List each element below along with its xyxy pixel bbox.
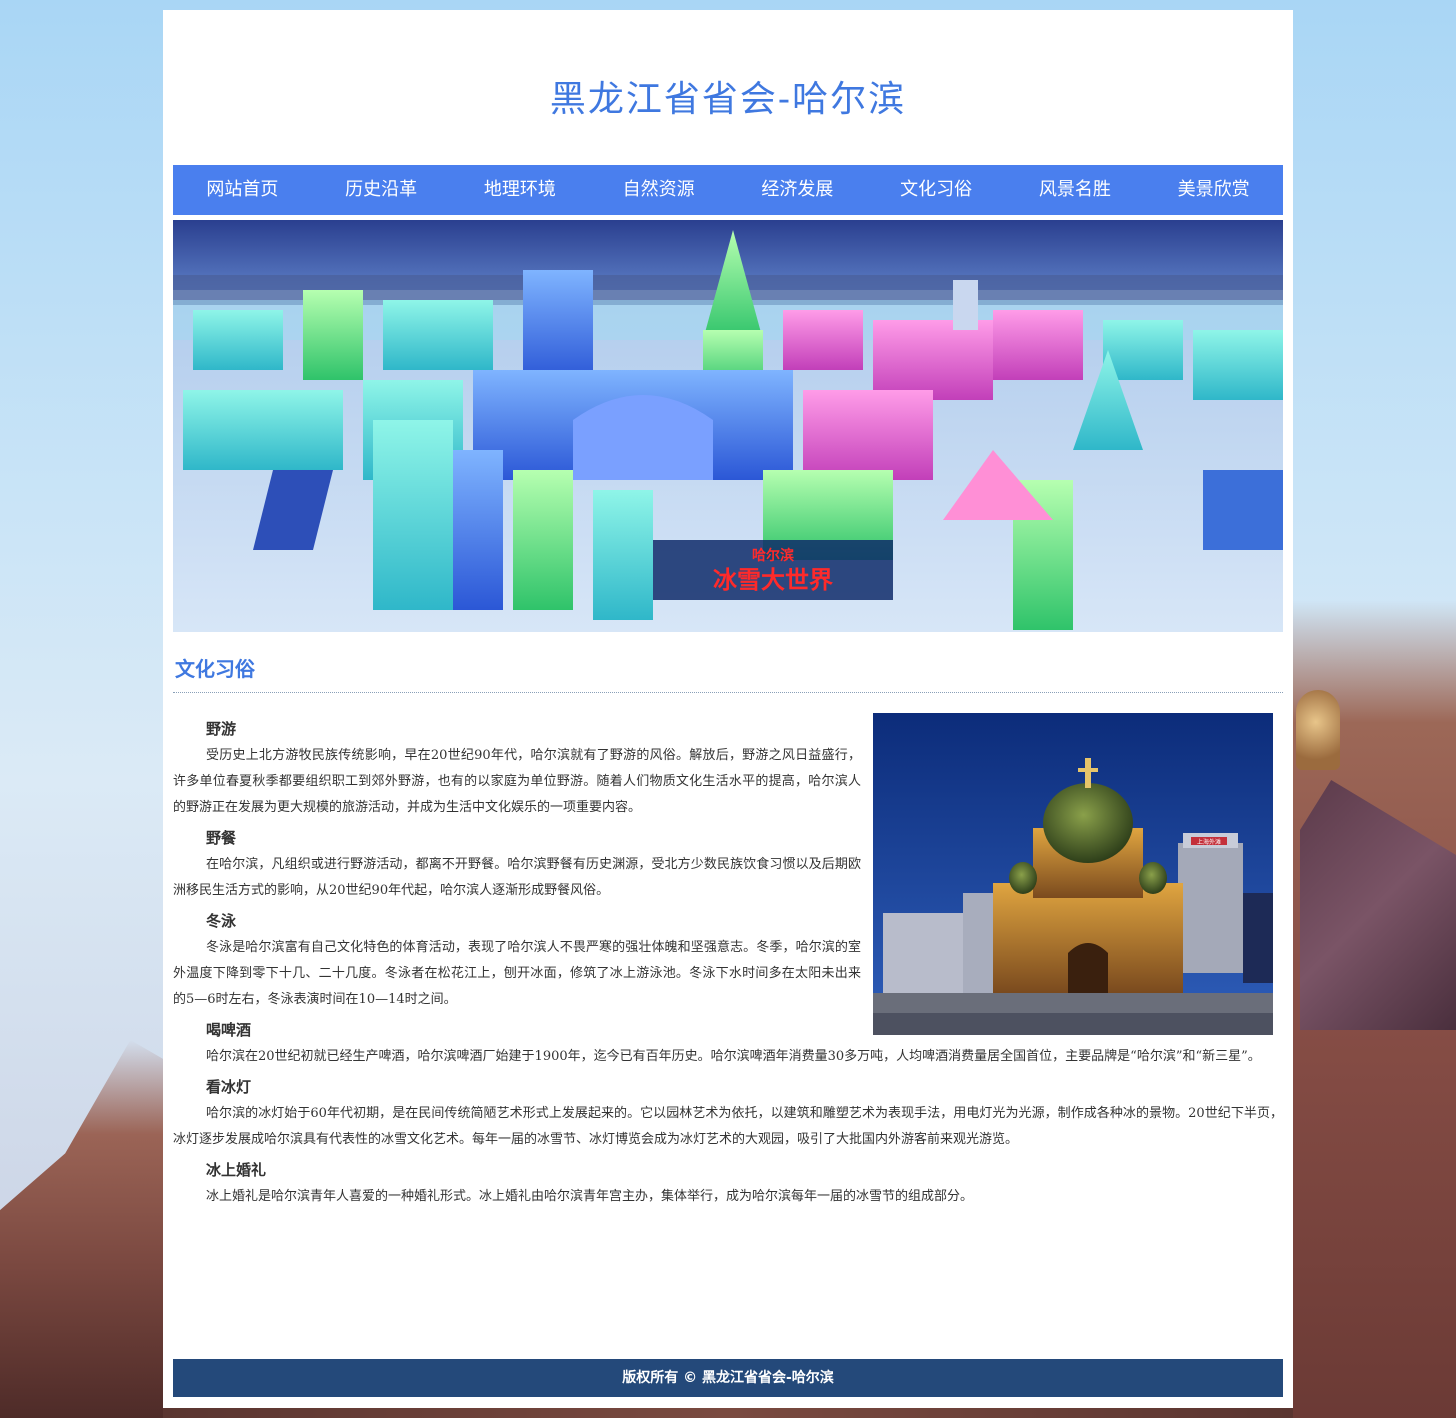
section-title: 文化习俗 — [175, 657, 255, 681]
nav-item-gallery[interactable]: 美景欣赏 — [1144, 165, 1283, 215]
nav-item-scenery[interactable]: 风景名胜 — [1006, 165, 1145, 215]
nav-item-economy[interactable]: 经济发展 — [728, 165, 867, 215]
hero-sign-line1: 哈尔滨 — [752, 547, 794, 564]
section-divider — [173, 692, 1283, 693]
hero-sign-line2: 冰雪大世界 — [713, 566, 833, 594]
nav-item-resources[interactable]: 自然资源 — [589, 165, 728, 215]
hero-image-ice-festival: 哈尔滨 冰雪大世界 — [173, 220, 1283, 632]
background-cathedral-dome — [1296, 690, 1340, 770]
topic-paragraph: 哈尔滨在20世纪初就已经生产啤酒，哈尔滨啤酒厂始建于1900年，迄今已有百年历史… — [206, 1049, 1261, 1064]
background-bottom-strip — [163, 1408, 1293, 1418]
page-container: 黑龙江省省会-哈尔滨 网站首页 历史沿革 地理环境 自然资源 经济发展 文化习俗… — [163, 10, 1293, 1408]
topic-heading: 冰上婚礼 — [206, 1161, 267, 1179]
footer-copyright: 版权所有 © 黑龙江省省会-哈尔滨 — [173, 1359, 1283, 1397]
nav-item-history[interactable]: 历史沿革 — [312, 165, 451, 215]
topic-paragraph: 冬泳是哈尔滨富有自己文化特色的体育活动，表现了哈尔滨人不畏严寒的强壮体魄和坚强意… — [173, 940, 861, 1007]
nav-item-culture[interactable]: 文化习俗 — [867, 165, 1006, 215]
site-title: 黑龙江省省会-哈尔滨 — [549, 79, 907, 120]
background-cathedral-left — [0, 1040, 163, 1418]
topic-paragraph: 受历史上北方游牧民族传统影响，早在20世纪90年代，哈尔滨就有了野游的风俗。解放… — [173, 748, 861, 815]
main-nav: 网站首页 历史沿革 地理环境 自然资源 经济发展 文化习俗 风景名胜 美景欣赏 — [173, 165, 1283, 215]
nav-item-home[interactable]: 网站首页 — [173, 165, 312, 215]
photo-saint-sophia-cathedral: 上海外滩 — [873, 713, 1273, 1035]
topic-paragraph: 冰上婚礼是哈尔滨青年人喜爱的一种婚礼形式。冰上婚礼由哈尔滨青年宫主办，集体举行，… — [206, 1189, 974, 1204]
topic-paragraph: 哈尔滨的冰灯始于60年代初期，是在民间传统简陋艺术形式上发展起来的。它以园林艺术… — [173, 1106, 1283, 1147]
article-content: 上海外滩 野游 受历史上北方游牧民族传统影响，早在20世纪90年代，哈尔滨就有了… — [173, 710, 1283, 1210]
topic-paragraph: 在哈尔滨，凡组织或进行野游活动，都离不开野餐。哈尔滨野餐有历史渊源，受北方少数民… — [173, 857, 861, 898]
topic-heading: 看冰灯 — [206, 1078, 252, 1096]
nav-item-geography[interactable]: 地理环境 — [451, 165, 590, 215]
topic-heading: 冬泳 — [206, 912, 237, 930]
photo-building-sign: 上海外滩 — [1197, 838, 1221, 846]
topic-heading: 野游 — [206, 720, 237, 738]
topic-heading: 野餐 — [206, 829, 237, 847]
